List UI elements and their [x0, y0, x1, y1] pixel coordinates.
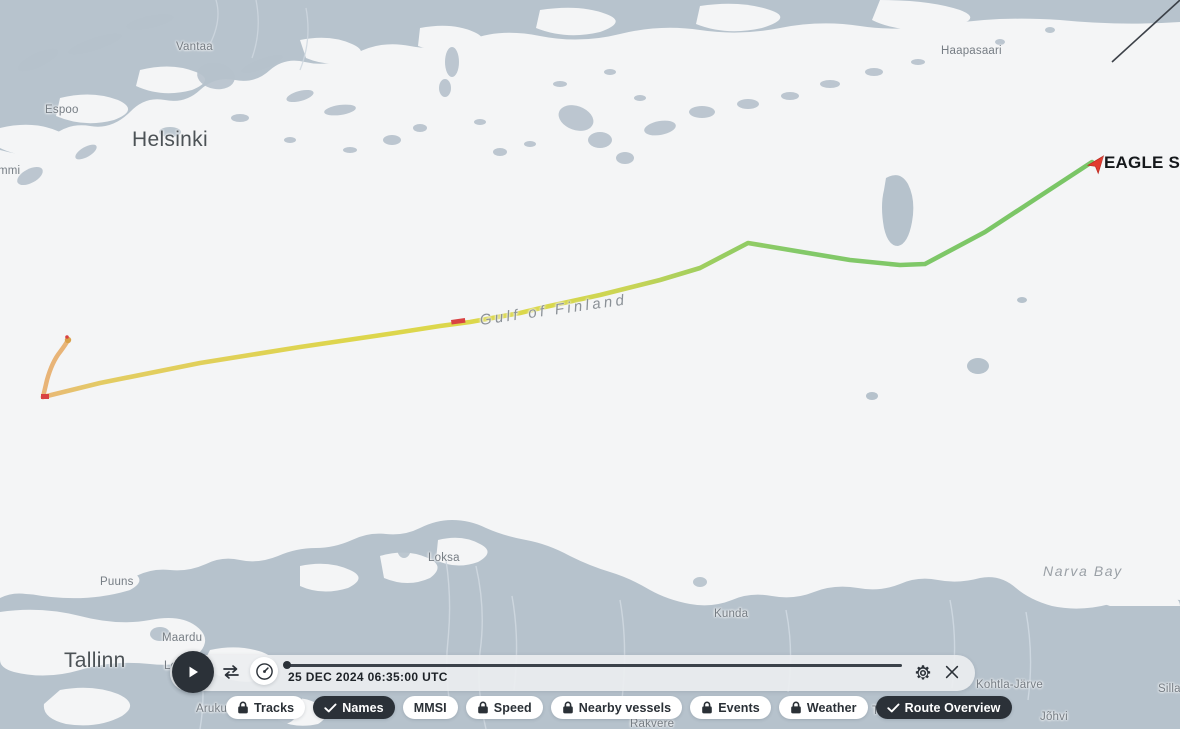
lock-icon: [702, 701, 713, 714]
timeline-scrubber-track[interactable]: [284, 664, 902, 667]
toggle-nearby-vessels[interactable]: Nearby vessels: [550, 696, 683, 719]
toggle-label: Route Overview: [904, 700, 1001, 715]
check-icon: [886, 702, 900, 714]
swap-arrows-icon: [223, 665, 239, 679]
toggle-label: MMSI: [413, 700, 447, 715]
toggle-route-overview[interactable]: Route Overview: [875, 696, 1012, 719]
lock-icon: [790, 701, 802, 714]
lock-icon: [562, 701, 573, 714]
settings-button[interactable]: [912, 662, 934, 684]
map-vector-layer: [0, 0, 1180, 729]
timeline-scrubber-handle[interactable]: [283, 661, 291, 669]
toggle-weather[interactable]: Weather: [778, 696, 868, 719]
direction-swap-button[interactable]: [219, 660, 243, 684]
check-icon: [324, 703, 337, 712]
lock-icon: [701, 701, 713, 714]
lock-icon: [477, 701, 488, 714]
toggle-events[interactable]: Events: [690, 696, 771, 719]
timeline-timestamp: 25 DEC 2024 06:35:00 UTC: [288, 670, 448, 684]
check-icon: [324, 702, 337, 714]
toggle-label: Tracks: [254, 700, 295, 715]
toggle-label: Names: [342, 700, 384, 715]
toggle-names[interactable]: Names: [313, 696, 395, 719]
toggle-tracks[interactable]: Tracks: [226, 696, 306, 719]
toggle-mmsi[interactable]: MMSI: [402, 696, 458, 719]
lock-icon: [562, 701, 574, 714]
speedometer-icon: [255, 662, 273, 680]
lock-icon: [791, 701, 801, 714]
playback-speed-button[interactable]: [250, 657, 278, 685]
close-icon: [945, 665, 959, 679]
lock-icon: [477, 701, 489, 714]
lock-icon: [237, 701, 249, 714]
track-waypoint-dot: [65, 335, 69, 339]
play-icon: [189, 666, 198, 678]
layer-toggle-row: Tracks Names MMSI Speed Nearby vessels Events…: [226, 696, 1012, 719]
toggle-speed[interactable]: Speed: [465, 696, 543, 719]
gear-icon: [915, 665, 931, 680]
lock-icon: [238, 701, 248, 714]
check-icon: [886, 703, 900, 712]
play-button[interactable]: [172, 651, 214, 693]
toggle-label: Events: [718, 700, 760, 715]
toggle-label: Weather: [806, 700, 857, 715]
map-canvas[interactable]: Vantaa Espoo Helsinki mmi Haapasaari Loksa Kun…: [0, 0, 1180, 729]
close-button[interactable]: [941, 661, 963, 683]
toggle-label: Speed: [493, 700, 532, 715]
track-origin-marker: [41, 394, 49, 399]
map-application: Vantaa Espoo Helsinki mmi Haapasaari Loksa Kun…: [0, 0, 1180, 729]
toggle-label: Nearby vessels: [578, 700, 672, 715]
